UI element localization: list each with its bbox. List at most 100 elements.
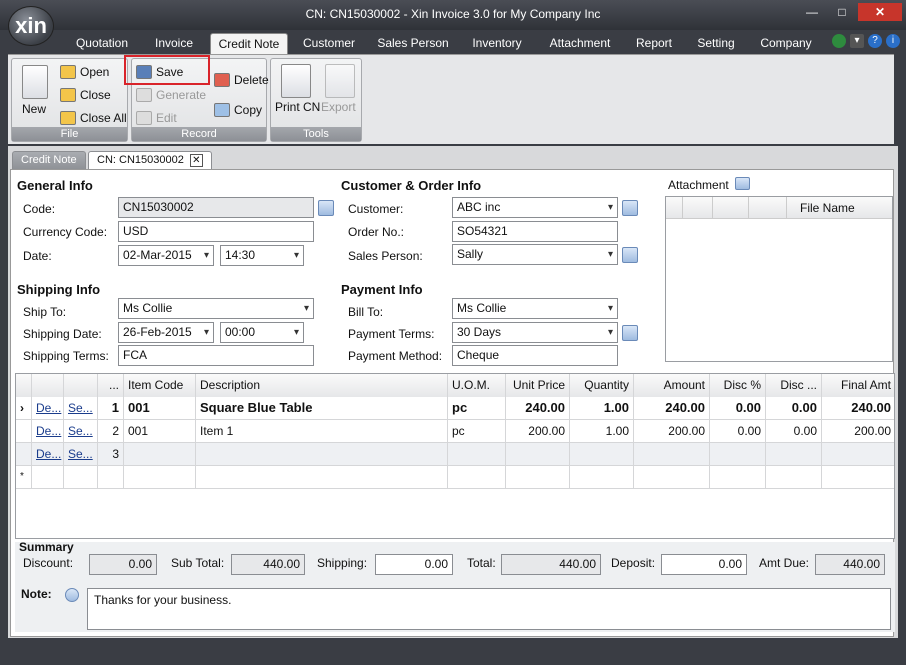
new-button[interactable]: New [22,102,46,116]
row-unit-price[interactable]: 240.00 [506,397,570,420]
dropdown-icon[interactable]: ▾ [850,34,864,48]
close-doc-button[interactable]: Close [60,88,111,102]
grid-header-num[interactable]: ... [98,374,124,397]
grid-header-uom[interactable]: U.O.M. [448,374,506,397]
row-select-link[interactable]: Se... [64,397,98,420]
grid-header-quantity[interactable]: Quantity [570,374,634,397]
attachment-list[interactable]: File Name [665,196,893,362]
row-quantity[interactable] [570,443,634,466]
grid-header-description[interactable]: Description [196,374,448,397]
table-row[interactable]: * [16,466,894,489]
doc-tab-credit-note[interactable]: Credit Note [12,151,86,170]
shipping-time-field[interactable]: 00:00 [220,322,304,343]
customer-picker-icon[interactable] [622,200,638,216]
row-delete-link[interactable]: De... [32,397,64,420]
row-delete-link[interactable]: De... [32,443,64,466]
note-textarea[interactable]: Thanks for your business. [87,588,891,630]
copy-button[interactable]: Copy [214,103,262,117]
row-delete-link[interactable] [32,466,64,489]
row-description[interactable]: Item 1 [196,420,448,443]
row-description[interactable] [196,443,448,466]
row-unit-price[interactable] [506,443,570,466]
row-disc-pct[interactable]: 0.00 [710,420,766,443]
row-select-link[interactable]: Se... [64,443,98,466]
help-icon[interactable]: ? [868,34,882,48]
tab-setting[interactable]: Setting [690,33,742,54]
shipping-terms-field[interactable]: FCA [118,345,314,366]
tab-quotation[interactable]: Quotation [70,33,134,54]
app-logo[interactable]: xin [8,6,54,46]
deposit-field[interactable]: 0.00 [661,554,747,575]
time-field[interactable]: 14:30 [220,245,304,266]
info-icon[interactable]: i [886,34,900,48]
row-uom[interactable] [448,466,506,489]
table-row[interactable]: › De... Se... 1 001 Square Blue Table pc… [16,397,894,420]
payment-method-field[interactable]: Cheque [452,345,618,366]
currency-field[interactable]: USD [118,221,314,242]
globe-icon[interactable] [832,34,846,48]
maximize-button[interactable]: □ [828,3,856,21]
row-select-link[interactable]: Se... [64,420,98,443]
customer-field[interactable]: ABC inc [452,197,618,218]
zoom-note-icon[interactable] [65,588,79,602]
shipping-date-field[interactable]: 26-Feb-2015 [118,322,214,343]
grid-header-amount[interactable]: Amount [634,374,710,397]
tab-credit-note[interactable]: Credit Note [210,33,288,54]
grid-header-disc-pct[interactable]: Disc % [710,374,766,397]
row-disc[interactable] [766,466,822,489]
tab-close-icon[interactable]: ✕ [189,153,203,167]
tab-attachment[interactable]: Attachment [544,33,616,54]
date-field[interactable]: 02-Mar-2015 [118,245,214,266]
ship-to-field[interactable]: Ms Collie [118,298,314,319]
grid-header-disc[interactable]: Disc ... [766,374,822,397]
row-disc-pct[interactable] [710,466,766,489]
line-items-grid[interactable]: ... Item Code Description U.O.M. Unit Pr… [15,373,895,539]
row-unit-price[interactable]: 200.00 [506,420,570,443]
row-disc[interactable]: 0.00 [766,420,822,443]
shipping-cost-field[interactable]: 0.00 [375,554,453,575]
tab-sales-person[interactable]: Sales Person [374,33,452,54]
code-picker-icon[interactable] [318,200,334,216]
payment-terms-field[interactable]: 30 Days [452,322,618,343]
row-unit-price[interactable] [506,466,570,489]
row-item-code[interactable]: 001 [124,420,196,443]
row-description[interactable] [196,466,448,489]
sales-person-picker-icon[interactable] [622,247,638,263]
tab-report[interactable]: Report [628,33,680,54]
tab-customer[interactable]: Customer [296,33,362,54]
order-field[interactable]: SO54321 [452,221,618,242]
bill-to-field[interactable]: Ms Collie [452,298,618,319]
row-quantity[interactable]: 1.00 [570,397,634,420]
delete-button[interactable]: Delete [214,73,269,87]
row-item-code[interactable]: 001 [124,397,196,420]
row-uom[interactable]: pc [448,397,506,420]
row-disc-pct[interactable]: 0.00 [710,397,766,420]
file-name-header[interactable]: File Name [800,201,855,215]
grid-header-item-code[interactable]: Item Code [124,374,196,397]
row-delete-link[interactable]: De... [32,420,64,443]
row-disc-pct[interactable] [710,443,766,466]
tab-inventory[interactable]: Inventory [462,33,532,54]
close-all-button[interactable]: Close All [60,111,127,125]
tab-invoice[interactable]: Invoice [146,33,202,54]
new-document-icon[interactable] [22,65,48,99]
table-row[interactable]: De... Se... 2 001 Item 1 pc 200.00 1.00 … [16,420,894,443]
add-attachment-icon[interactable] [735,177,750,190]
grid-header-final-amt[interactable]: Final Amt [822,374,894,397]
row-uom[interactable]: pc [448,420,506,443]
row-quantity[interactable] [570,466,634,489]
row-disc[interactable]: 0.00 [766,397,822,420]
payment-terms-picker-icon[interactable] [622,325,638,341]
minimize-button[interactable]: — [798,3,826,21]
row-item-code[interactable] [124,443,196,466]
row-quantity[interactable]: 1.00 [570,420,634,443]
doc-tab-current[interactable]: CN: CN15030002 ✕ [88,151,212,170]
printer-icon[interactable] [281,64,311,98]
print-cn-button[interactable]: Print CN [275,100,320,114]
row-description[interactable]: Square Blue Table [196,397,448,420]
close-button[interactable]: ✕ [858,3,902,21]
row-item-code[interactable] [124,466,196,489]
open-button[interactable]: Open [60,65,109,79]
row-disc[interactable] [766,443,822,466]
row-select-link[interactable] [64,466,98,489]
